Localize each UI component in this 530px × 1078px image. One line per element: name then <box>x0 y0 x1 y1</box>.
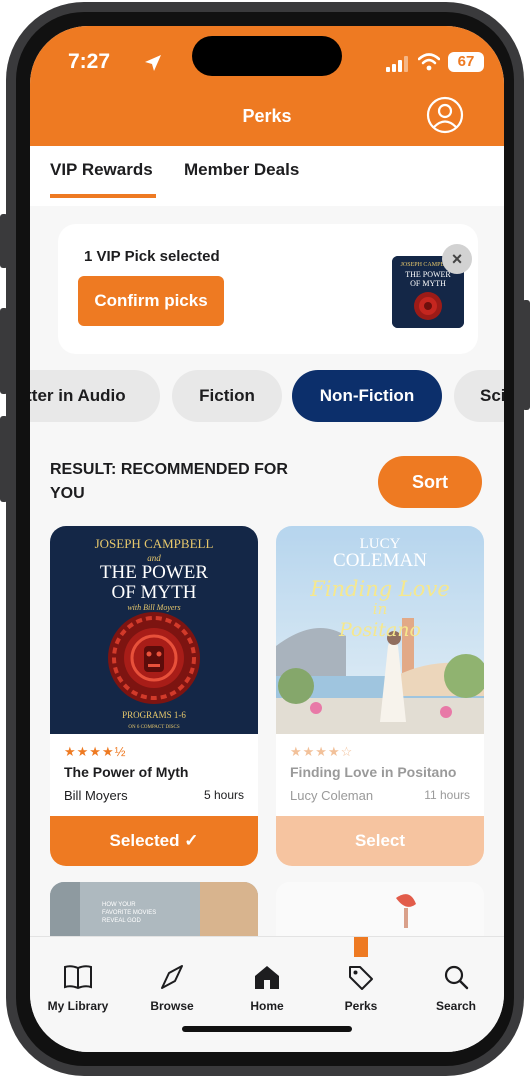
thumb-title-line2: OF MYTH <box>410 279 446 288</box>
status-time: 7:27 <box>68 50 111 73</box>
nav-my-library[interactable]: My Library <box>38 963 118 1013</box>
book-card[interactable]: LUCY COLEMAN Finding Love in Positano ★★… <box>276 526 484 866</box>
tabs-bar: VIP Rewards Member Deals <box>30 146 504 206</box>
filter-chip-non-fiction[interactable]: Non-Fiction <box>292 370 442 422</box>
book-author: Bill Moyers <box>64 788 128 803</box>
cover-discs: ON 6 COMPACT DISCS <box>128 725 179 730</box>
home-icon <box>255 966 279 989</box>
book-card-partial[interactable]: HOW YOUR FAVORITE MOVIES REVEAL GOD <box>50 882 258 942</box>
cover-programs: PROGRAMS 1-6 <box>122 710 186 720</box>
cover-title-line2: OF MYTH <box>112 582 197 603</box>
phone-volume-up-button <box>0 308 8 394</box>
tab-vip-rewards[interactable]: VIP Rewards <box>50 160 153 180</box>
bottom-tab-bar: My Library Browse Home Perks Search <box>30 936 504 1052</box>
select-button[interactable]: Select <box>276 816 484 866</box>
confirm-picks-button[interactable]: Confirm picks <box>78 276 224 326</box>
nav-label: Home <box>250 999 284 1013</box>
book-cover-partial: HOW YOUR FAVORITE MOVIES REVEAL GOD <box>50 882 258 942</box>
app-screen: 7:27 67 Perks VIP Rewards Member Deals 1… <box>30 26 504 1052</box>
tag-icon <box>349 966 373 990</box>
nav-label: Perks <box>344 999 378 1013</box>
search-icon <box>444 965 469 990</box>
book-cover-partial <box>276 882 484 942</box>
book-length: 5 hours <box>203 788 244 802</box>
rating-stars: ★★★★☆ <box>290 744 354 759</box>
cellular-signal-icon <box>386 56 408 72</box>
vip-selected-text: 1 VIP Pick selected <box>84 248 220 265</box>
cover-title-line1: THE POWER <box>100 562 209 583</box>
cover-author: JOSEPH CAMPBELL <box>95 536 214 551</box>
book-length: 11 hours <box>424 788 470 802</box>
wifi-icon <box>418 53 440 71</box>
filter-chip-label: Better in Audio <box>30 386 126 405</box>
profile-icon[interactable] <box>426 96 464 134</box>
battery-indicator: 67 <box>448 52 484 72</box>
selected-button[interactable]: Selected ✓ <box>50 816 258 866</box>
nav-label: Browse <box>150 999 194 1013</box>
partial-cover-line2: FAVORITE MOVIES <box>102 910 156 916</box>
active-tab-indicator <box>50 194 156 198</box>
book-card[interactable]: JOSEPH CAMPBELL and THE POWER OF MYTH wi… <box>50 526 258 866</box>
phone-action-button <box>0 214 8 268</box>
results-heading: RESULT: RECOMMENDED FOR YOU <box>50 461 288 502</box>
dynamic-island <box>192 36 342 76</box>
nav-browse[interactable]: Browse <box>132 963 212 1013</box>
nav-home[interactable]: Home <box>227 963 307 1013</box>
cover-with: with Bill Moyers <box>127 603 180 612</box>
book-card-partial[interactable] <box>276 882 484 942</box>
book-cover-power-of-myth: JOSEPH CAMPBELL and THE POWER OF MYTH wi… <box>50 526 258 734</box>
nav-label: My Library <box>47 999 109 1013</box>
app-header: 7:27 67 Perks <box>30 26 504 146</box>
thumb-title-line1: THE POWER <box>405 270 451 279</box>
nav-label: Search <box>435 999 477 1013</box>
filter-chip-science[interactable]: Science <box>454 370 504 422</box>
filter-chip-better-in-audio[interactable]: Better in Audio <box>30 370 160 422</box>
remove-pick-button[interactable]: × <box>442 244 472 274</box>
rating-stars: ★★★★½ <box>64 744 127 759</box>
compass-icon <box>161 965 183 989</box>
book-author: Lucy Coleman <box>290 788 374 803</box>
location-arrow-icon <box>145 55 161 71</box>
book-icon <box>64 965 92 990</box>
book-title: Finding Love in Positano <box>290 764 457 780</box>
partial-cover-line1: HOW YOUR <box>102 902 136 908</box>
book-title: The Power of Myth <box>64 764 189 780</box>
phone-power-button <box>522 300 530 410</box>
book-cover-finding-love: LUCY COLEMAN Finding Love in Positano <box>276 526 484 734</box>
sort-button[interactable]: Sort <box>378 456 482 508</box>
active-perks-marker <box>354 937 368 957</box>
home-indicator <box>182 1026 352 1032</box>
nav-perks[interactable]: Perks <box>321 963 401 1013</box>
nav-search[interactable]: Search <box>416 963 496 1013</box>
filter-chip-fiction[interactable]: Fiction <box>172 370 282 422</box>
vip-pick-card: 1 VIP Pick selected Confirm picks JOSEPH… <box>58 224 478 354</box>
phone-volume-down-button <box>0 416 8 502</box>
tab-member-deals[interactable]: Member Deals <box>184 160 299 180</box>
partial-cover-line3: REVEAL GOD <box>102 918 141 924</box>
